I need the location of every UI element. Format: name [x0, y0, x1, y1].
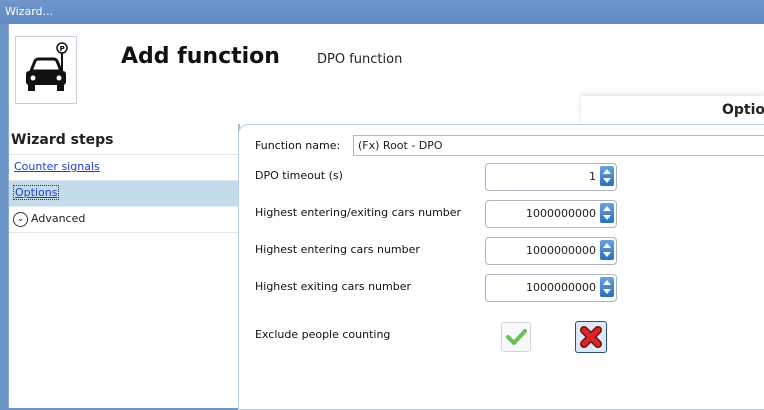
exclude-people-counting-label: Exclude people counting	[255, 328, 391, 341]
highest-exiting-value: 1000000000	[526, 281, 596, 294]
header: P Add function DPO function Optio	[9, 24, 764, 124]
step-counter-signals[interactable]: Counter signals	[9, 154, 238, 180]
spin-buttons[interactable]	[600, 277, 614, 297]
spin-up-icon[interactable]	[603, 243, 611, 248]
parking-car-icon: P	[15, 36, 77, 104]
spin-down-icon[interactable]	[603, 252, 611, 257]
function-name-field[interactable]: (Fx) Root - DPO	[353, 135, 764, 156]
page-title: Add function	[121, 44, 280, 69]
highest-entering-exiting-value: 1000000000	[526, 207, 596, 220]
cancel-cross-button[interactable]	[575, 321, 607, 353]
dpo-timeout-label: DPO timeout (s)	[255, 169, 343, 182]
dpo-timeout-stepper[interactable]: 1	[485, 163, 617, 191]
wizard-steps-panel: Wizard steps Counter signals Options ⌄ A…	[9, 124, 240, 408]
title-bar: Wizard...	[0, 0, 764, 24]
wizard-window: P Add function DPO function Optio Wizard…	[8, 24, 764, 410]
spin-buttons[interactable]	[600, 166, 614, 186]
tab-options-label: Optio	[721, 102, 764, 118]
spin-up-icon[interactable]	[603, 280, 611, 285]
highest-entering-stepper[interactable]: 1000000000	[485, 237, 617, 265]
window-title: Wizard...	[5, 5, 54, 18]
highest-exiting-stepper[interactable]: 1000000000	[485, 274, 617, 302]
highest-entering-value: 1000000000	[526, 244, 596, 257]
tab-options[interactable]: Optio	[581, 96, 764, 124]
spin-up-icon[interactable]	[603, 169, 611, 174]
highest-entering-exiting-label: Highest entering/exiting cars number	[255, 206, 462, 219]
highest-entering-label: Highest entering cars number	[255, 243, 420, 256]
step-counter-signals-link[interactable]: Counter signals	[14, 160, 100, 173]
spin-down-icon[interactable]	[603, 289, 611, 294]
wizard-steps-title: Wizard steps	[11, 132, 114, 148]
function-name-value: (Fx) Root - DPO	[358, 139, 443, 152]
step-advanced-label: Advanced	[31, 212, 86, 225]
spin-buttons[interactable]	[600, 203, 614, 223]
step-advanced[interactable]: ⌄ Advanced	[9, 206, 238, 233]
highest-exiting-label: Highest exiting cars number	[255, 280, 412, 293]
spin-down-icon[interactable]	[603, 215, 611, 220]
svg-text:P: P	[60, 45, 65, 53]
dpo-timeout-value: 1	[589, 170, 596, 183]
chevron-down-circle-icon[interactable]: ⌄	[13, 212, 28, 227]
highest-entering-exiting-stepper[interactable]: 1000000000	[485, 200, 617, 228]
spin-buttons[interactable]	[600, 240, 614, 260]
function-name-label: Function name:	[255, 139, 341, 152]
spin-up-icon[interactable]	[603, 206, 611, 211]
checkmark-icon	[506, 329, 527, 345]
spin-down-icon[interactable]	[603, 178, 611, 183]
step-options-link[interactable]: Options	[13, 185, 60, 200]
confirm-check-button[interactable]	[501, 322, 531, 352]
red-x-icon	[580, 326, 602, 348]
options-panel: Function name: (Fx) Root - DPO DPO timeo…	[238, 124, 764, 410]
step-options[interactable]: Options	[9, 180, 238, 206]
function-type-label: DPO function	[317, 52, 403, 67]
